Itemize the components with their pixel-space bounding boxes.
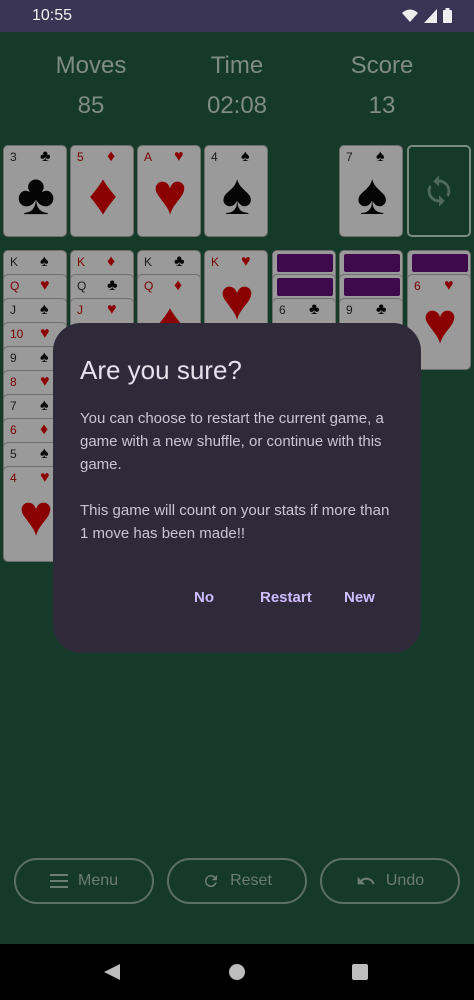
score-stat: Score 13 (312, 52, 452, 120)
card-suit-small: ♣ (107, 277, 118, 294)
status-bar: 10:55 (0, 0, 474, 32)
card-rank: 10 (10, 327, 24, 341)
foundation-card[interactable]: 3 ♣ ♣ (3, 145, 67, 237)
refresh-icon (205, 875, 218, 888)
moves-stat: Moves 85 (21, 52, 161, 120)
card-rank: 3 (10, 150, 17, 164)
new-button[interactable]: New (344, 589, 375, 606)
card-suit-small: ♣ (174, 253, 185, 270)
time-stat: Time 02:08 (167, 52, 307, 120)
card-rank: 9 (10, 351, 17, 365)
card-suit-small: ♠ (40, 397, 49, 414)
card-back-pattern (277, 278, 333, 296)
waste-card[interactable]: 7 ♠ ♠ (339, 145, 403, 237)
card-back-pattern (277, 254, 333, 272)
card-rank: K (211, 255, 220, 269)
card-back-pattern (412, 254, 468, 272)
card-suit-small: ♥ (40, 277, 50, 294)
card-suit-small: ♦ (107, 253, 116, 270)
card-suit-small: ♥ (40, 373, 50, 390)
card-rank: Q (10, 279, 20, 293)
card-rank: 6 (414, 279, 421, 293)
dialog-message: You can choose to restart the current ga… (80, 410, 390, 542)
card-suit-small: ♠ (40, 301, 49, 318)
card-rank: J (77, 303, 83, 317)
confirm-dialog: Are you sure? You can choose to restart … (53, 323, 421, 653)
card-rank: 7 (346, 150, 353, 164)
card-suit-small: ♠ (40, 253, 49, 270)
card-rank: 4 (211, 150, 218, 164)
card-rank: 6 (10, 423, 17, 437)
home-icon[interactable] (228, 963, 246, 981)
card-rank: A (144, 150, 153, 164)
reset-label: Reset (230, 872, 272, 889)
card-suit-large: ♦ (88, 162, 118, 227)
card-suit-large: ♣ (16, 162, 56, 227)
dialog-title: Are you sure? (80, 355, 242, 385)
undo-button[interactable]: Undo (320, 858, 460, 904)
card-suit-large: ♥ (219, 267, 255, 332)
moves-value: 85 (77, 92, 105, 119)
card-rank: 9 (346, 303, 353, 317)
undo-label: Undo (385, 872, 425, 889)
card-back-pattern (344, 278, 400, 296)
time-value: 02:08 (206, 92, 268, 119)
card-suit-small: ♥ (40, 325, 50, 342)
time-label: Time (210, 52, 264, 79)
stock-pile[interactable] (407, 145, 471, 237)
score-value: 13 (368, 92, 396, 119)
recents-icon[interactable] (352, 964, 368, 980)
signal-icon (424, 8, 437, 23)
card-back-pattern (344, 254, 400, 272)
foundation-card[interactable]: A ♥ ♥ (137, 145, 201, 237)
menu-icon (49, 874, 68, 888)
restart-button[interactable]: Restart (260, 589, 312, 606)
navigation-bar (0, 944, 474, 1000)
moves-label: Moves (55, 52, 127, 79)
card-rank: 4 (10, 471, 17, 485)
card-rank: 6 (279, 303, 286, 317)
foundation-card[interactable]: 4 ♠ ♠ (204, 145, 268, 237)
menu-label: Menu (77, 872, 119, 889)
no-button[interactable]: No (194, 589, 214, 606)
card-suit-large: ♥ (152, 162, 188, 227)
reset-button[interactable]: Reset (167, 858, 307, 904)
card-suit-small: ♦ (40, 421, 49, 438)
card-suit-small: ♠ (40, 349, 49, 366)
foundation-card[interactable]: 5 ♦ ♦ (70, 145, 134, 237)
card-rank: K (10, 255, 19, 269)
card-rank: J (10, 303, 16, 317)
back-icon[interactable] (102, 962, 122, 982)
card-rank: Q (77, 279, 87, 293)
card-rank: Q (144, 279, 154, 293)
card-rank: 8 (10, 375, 17, 389)
card-rank: 5 (77, 150, 84, 164)
status-time: 10:55 (32, 7, 73, 24)
battery-icon (443, 8, 452, 23)
card-suit-large: ♠ (356, 162, 388, 227)
menu-button[interactable]: Menu (14, 858, 154, 904)
score-label: Score (350, 52, 414, 79)
card-rank: 5 (10, 447, 17, 461)
card-suit-small: ♠ (40, 445, 49, 462)
card-rank: 7 (10, 399, 17, 413)
wifi-icon (402, 9, 418, 22)
card-rank: K (144, 255, 153, 269)
refresh-icon (427, 175, 451, 207)
card-rank: K (77, 255, 86, 269)
card-suit-large: ♠ (221, 162, 253, 227)
undo-icon (357, 876, 375, 885)
